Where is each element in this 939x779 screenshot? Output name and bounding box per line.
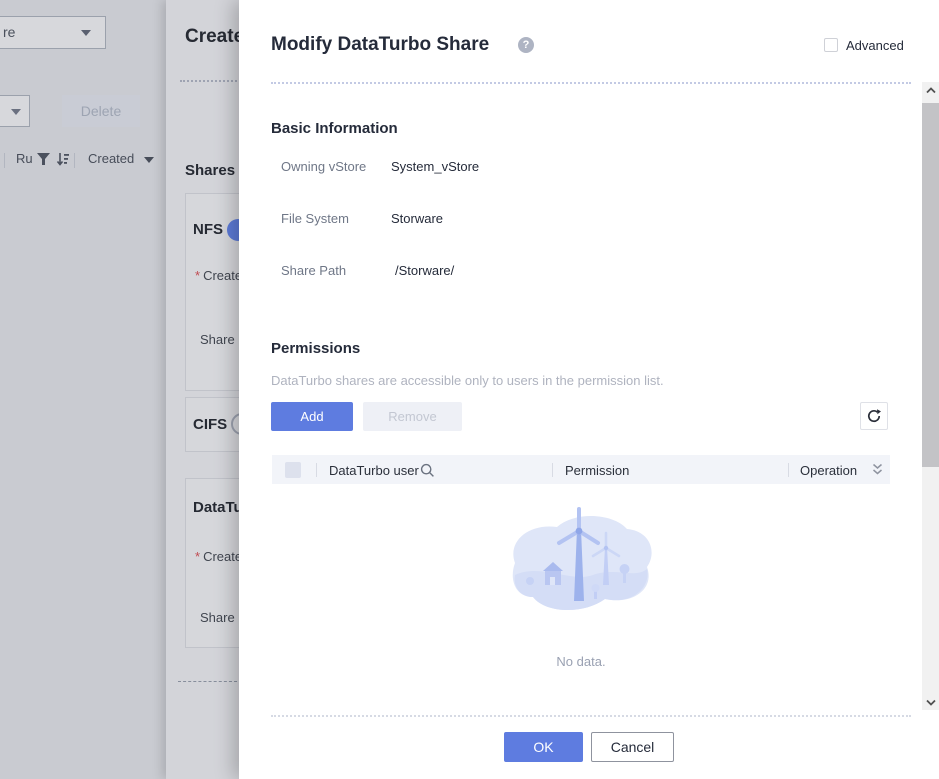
filter-icon[interactable] xyxy=(37,153,50,166)
chevron-down-icon xyxy=(11,109,21,115)
scrollbar-up-button[interactable] xyxy=(922,82,939,98)
nfs-create-label: Create xyxy=(203,268,242,283)
modal-title: Modify DataTurbo Share xyxy=(271,34,489,56)
file-system-label: File System xyxy=(281,211,349,226)
delete-button[interactable]: Delete xyxy=(62,95,140,127)
nfs-create-field: *Create xyxy=(195,268,242,283)
no-data-illustration xyxy=(501,505,661,623)
create-drawer-title: Create xyxy=(185,26,244,48)
column-header-rule[interactable]: Ru xyxy=(16,151,33,171)
column-divider xyxy=(316,463,317,477)
select-all-checkbox[interactable] xyxy=(285,462,301,478)
refresh-button[interactable] xyxy=(860,402,888,430)
dataturbo-create-field: *Create xyxy=(195,549,242,564)
permissions-table-header: DataTurbo user Permission Operation xyxy=(272,455,890,484)
basic-information-heading: Basic Information xyxy=(271,120,398,137)
ok-button[interactable]: OK xyxy=(504,732,583,762)
chevron-down-icon xyxy=(81,30,91,36)
scrollbar-thumb[interactable] xyxy=(922,103,939,467)
permissions-heading: Permissions xyxy=(271,340,360,357)
refresh-icon xyxy=(866,408,882,424)
required-mark: * xyxy=(195,549,200,564)
column-divider xyxy=(74,153,75,168)
header-divider xyxy=(271,82,911,84)
required-mark: * xyxy=(195,268,200,283)
column-settings-chevrons-icon[interactable] xyxy=(872,463,883,476)
filter-caret-icon[interactable] xyxy=(144,157,154,163)
nfs-share-label: Share xyxy=(200,332,235,347)
footer-divider xyxy=(271,715,911,717)
vstore-select[interactable]: re xyxy=(0,16,106,49)
modify-dataturbo-share-modal: Modify DataTurbo Share ? Advanced Basic … xyxy=(239,0,939,779)
split-button-stub[interactable] xyxy=(0,95,30,127)
advanced-checkbox[interactable] xyxy=(824,38,838,52)
owning-vstore-value: System_vStore xyxy=(391,159,479,174)
share-path-value: /Storware/ xyxy=(395,263,454,278)
dataturbo-share-label: Share xyxy=(200,610,235,625)
cifs-label: CIFS xyxy=(193,416,227,433)
owning-vstore-label: Owning vStore xyxy=(281,159,366,174)
chevron-down-icon xyxy=(926,699,936,706)
scrollbar[interactable] xyxy=(922,82,939,710)
cancel-button[interactable]: Cancel xyxy=(591,732,674,762)
column-header-dataturbo-user: DataTurbo user xyxy=(329,463,419,478)
scrollbar-down-button[interactable] xyxy=(922,694,939,710)
column-header-operation: Operation xyxy=(800,463,857,478)
dataturbo-create-label: Create xyxy=(203,549,242,564)
column-divider xyxy=(552,463,553,477)
share-path-label: Share Path xyxy=(281,263,346,278)
chevron-up-icon xyxy=(926,87,936,94)
column-divider xyxy=(788,463,789,477)
sort-icon[interactable] xyxy=(56,152,70,167)
add-button[interactable]: Add xyxy=(271,402,353,431)
help-icon[interactable]: ? xyxy=(518,37,534,53)
permissions-description: DataTurbo shares are accessible only to … xyxy=(271,373,664,388)
column-divider xyxy=(4,153,5,168)
file-system-value: Storware xyxy=(391,211,443,226)
column-header-permission: Permission xyxy=(565,463,629,478)
column-header-created[interactable]: Created xyxy=(88,151,134,171)
vstore-select-value: re xyxy=(3,24,15,40)
advanced-checkbox-label: Advanced xyxy=(846,38,904,53)
no-data-text: No data. xyxy=(272,654,890,669)
remove-button[interactable]: Remove xyxy=(363,402,462,431)
search-icon[interactable] xyxy=(420,463,435,478)
dataturbo-label: DataTu xyxy=(193,499,243,516)
shares-heading: Shares xyxy=(185,162,235,179)
empty-state: No data. xyxy=(272,505,890,669)
nfs-label: NFS xyxy=(193,221,223,238)
